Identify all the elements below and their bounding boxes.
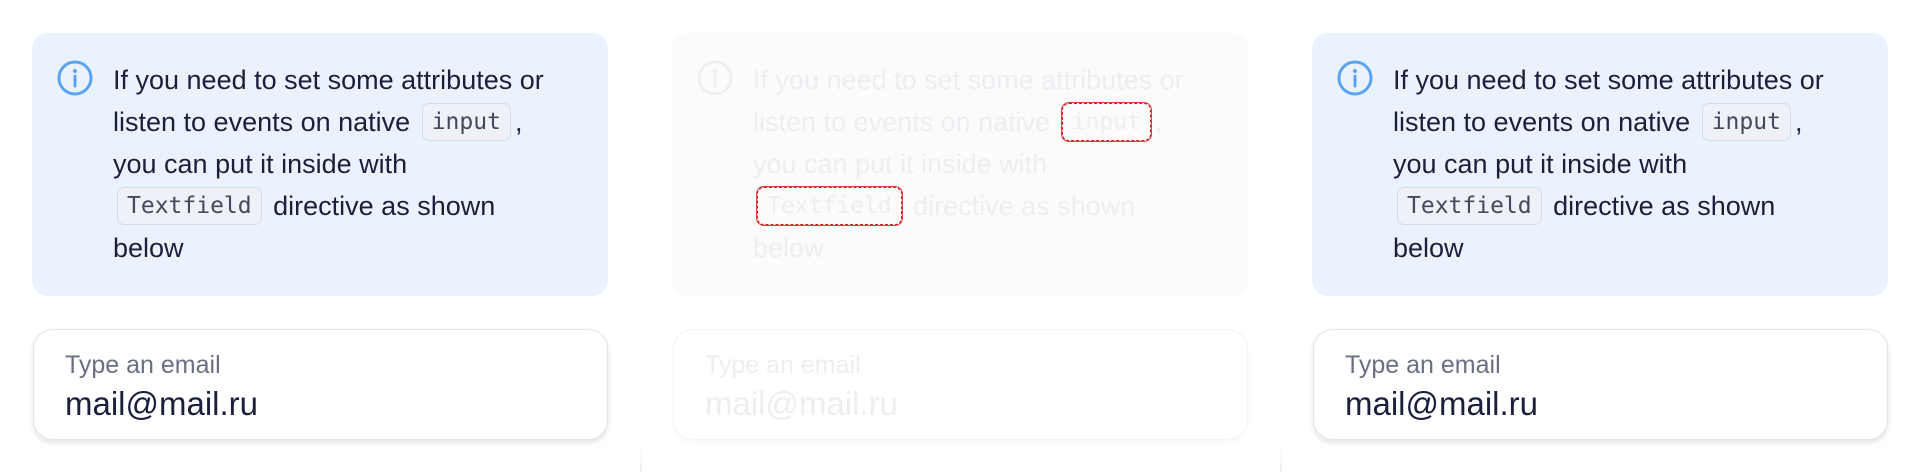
email-textfield[interactable]: Type an email bbox=[33, 329, 608, 440]
notice-text-fragment: listen to events on native bbox=[1393, 107, 1691, 137]
email-input[interactable] bbox=[65, 384, 577, 424]
info-notice: If you need to set some attributes or li… bbox=[32, 33, 608, 296]
notice-line: listen to events on native input, bbox=[113, 101, 578, 143]
notice-line: below bbox=[1393, 233, 1464, 263]
notice-text-fragment: , bbox=[1794, 107, 1803, 137]
notice-text-fragment: directive as shown bbox=[273, 191, 496, 221]
info-notice: If you need to set some attributes or li… bbox=[672, 33, 1248, 296]
email-field-label: Type an email bbox=[65, 351, 221, 379]
notice-text: If you need to set some attributes or li… bbox=[1393, 59, 1858, 269]
email-field-label: Type an email bbox=[705, 351, 861, 379]
code-textfield: Textfield bbox=[1397, 186, 1542, 225]
notice-line: listen to events on native input, bbox=[753, 101, 1218, 143]
notice-line: If you need to set some attributes or bbox=[1393, 65, 1824, 95]
notice-text-fragment: directive as shown bbox=[913, 191, 1136, 221]
code-input: input bbox=[1701, 102, 1791, 141]
email-textfield[interactable]: Type an email bbox=[673, 329, 1248, 440]
notice-text-fragment: directive as shown bbox=[1553, 191, 1776, 221]
notice-line: Textfield directive as shown bbox=[753, 185, 1218, 227]
info-icon bbox=[697, 60, 733, 96]
email-textfield[interactable]: Type an email bbox=[1313, 329, 1888, 440]
email-input[interactable] bbox=[1345, 384, 1857, 424]
notice-text-fragment: listen to events on native bbox=[113, 107, 411, 137]
notice-line: below bbox=[753, 233, 824, 263]
notice-line: below bbox=[113, 233, 184, 263]
notice-line: If you need to set some attributes or bbox=[113, 65, 544, 95]
example-panel-2: If you need to set some attributes or li… bbox=[640, 0, 1280, 472]
notice-line: Textfield directive as shown bbox=[1393, 185, 1858, 227]
code-input-highlighted: input bbox=[1061, 102, 1151, 141]
example-panel-1: If you need to set some attributes or li… bbox=[0, 0, 640, 472]
notice-line: you can put it inside with bbox=[753, 149, 1048, 179]
info-notice: If you need to set some attributes or li… bbox=[1312, 33, 1888, 296]
notice-line: listen to events on native input, bbox=[1393, 101, 1858, 143]
email-input[interactable] bbox=[705, 384, 1217, 424]
notice-line: you can put it inside with bbox=[1393, 149, 1688, 179]
notice-text: If you need to set some attributes or li… bbox=[113, 59, 578, 269]
notice-line: you can put it inside with bbox=[113, 149, 408, 179]
notice-text-fragment: , bbox=[1154, 107, 1163, 137]
info-icon bbox=[1337, 60, 1373, 96]
info-icon bbox=[57, 60, 93, 96]
notice-text-fragment: listen to events on native bbox=[753, 107, 1051, 137]
code-textfield-highlighted: Textfield bbox=[757, 186, 902, 225]
example-panel-3: If you need to set some attributes or li… bbox=[1280, 0, 1920, 472]
notice-line: Textfield directive as shown bbox=[113, 185, 578, 227]
email-field-label: Type an email bbox=[1345, 351, 1501, 379]
code-input: input bbox=[421, 102, 511, 141]
code-textfield: Textfield bbox=[117, 186, 262, 225]
notice-text: If you need to set some attributes or li… bbox=[753, 59, 1218, 269]
notice-line: If you need to set some attributes or bbox=[753, 65, 1184, 95]
notice-text-fragment: , bbox=[514, 107, 523, 137]
